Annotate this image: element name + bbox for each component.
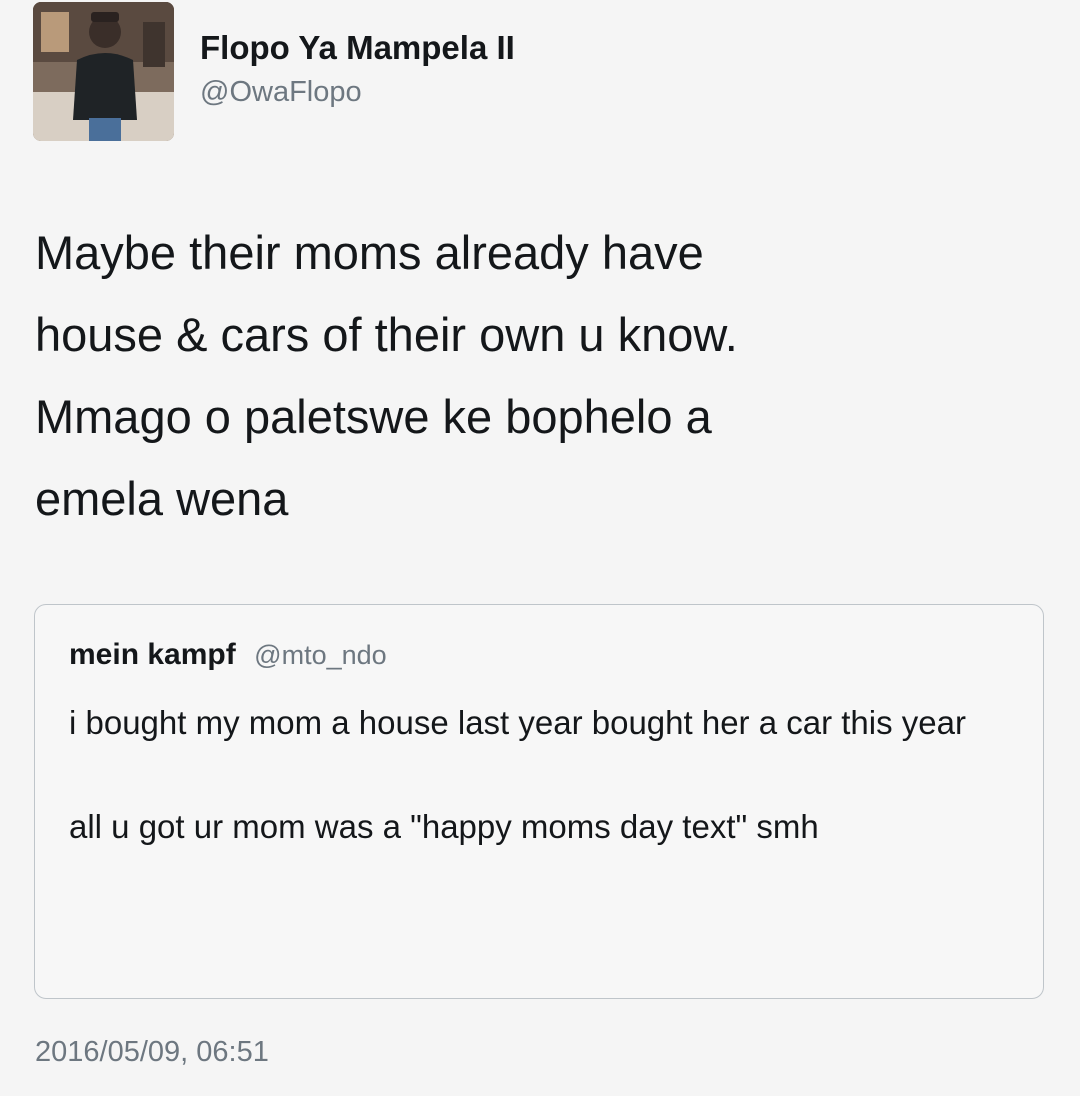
- quoted-handle: @mto_ndo: [254, 640, 387, 670]
- avatar[interactable]: [33, 2, 174, 141]
- tweet-text-line: house & cars of their own u know.: [35, 308, 738, 361]
- tweet-text-line: Mmago o paletswe ke bophelo a: [35, 390, 712, 443]
- profile-photo-icon: [33, 2, 174, 141]
- tweet-text-line: Maybe their moms already have: [35, 226, 704, 279]
- tweet-author[interactable]: Flopo Ya Mampela II @OwaFlopo: [200, 28, 515, 112]
- author-display-name[interactable]: Flopo Ya Mampela II: [200, 28, 515, 68]
- quoted-tweet-card[interactable]: mein kampf @mto_ndo i bought my mom a ho…: [34, 604, 1044, 999]
- tweet-view: Flopo Ya Mampela II @OwaFlopo Maybe thei…: [0, 0, 1080, 1096]
- quoted-tweet-header: mein kampf @mto_ndo: [69, 638, 387, 672]
- quoted-paragraph: all u got ur mom was a "happy moms day t…: [69, 808, 819, 845]
- tweet-timestamp[interactable]: 2016/05/09, 06:51: [35, 1036, 269, 1069]
- quoted-tweet-text: i bought my mom a house last year bought…: [69, 697, 1019, 853]
- quoted-paragraph: i bought my mom a house last year bought…: [69, 704, 966, 741]
- tweet-text-line: emela wena: [35, 472, 289, 525]
- tweet-text: Maybe their moms already have house & ca…: [35, 212, 1055, 540]
- quoted-display-name: mein kampf: [69, 638, 236, 671]
- author-handle[interactable]: @OwaFlopo: [200, 72, 515, 112]
